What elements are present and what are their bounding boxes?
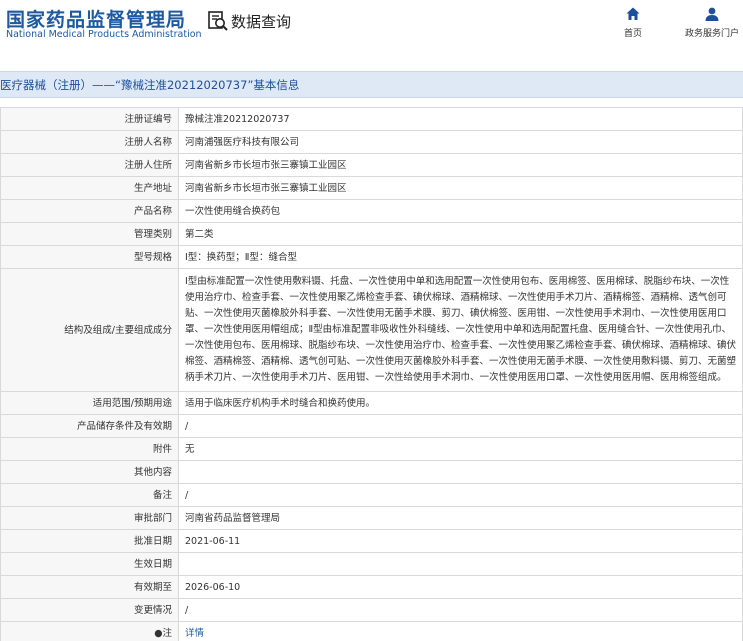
data-query-title: 数据查询 bbox=[231, 13, 292, 31]
field-value: 适用于临床医疗机构手术时缝合和换药使用。 bbox=[178, 391, 743, 415]
table-row: 附件无 bbox=[0, 437, 743, 461]
table-row: 批准日期 2021-06-11 bbox=[0, 529, 743, 553]
field-label: 产品储存条件及有效期 bbox=[0, 414, 179, 438]
field-value: 河南浦强医疗科技有限公司 bbox=[178, 130, 743, 154]
logo-subtitle: National Medical Products Administration bbox=[6, 29, 202, 40]
field-value: 豫械注准20212020737 bbox=[178, 107, 743, 131]
field-label: 其他内容 bbox=[0, 460, 179, 484]
field-value: 详情 bbox=[178, 621, 743, 641]
field-label: 变更情况 bbox=[0, 598, 179, 622]
site-header: 国家药品监督管理局 National Medical Products Admi… bbox=[0, 0, 743, 48]
table-row: ●注 详情 bbox=[0, 621, 743, 641]
field-label: 结构及组成/主要组成成分 bbox=[0, 268, 179, 392]
table-row: 备注 / bbox=[0, 483, 743, 507]
field-label: 审批部门 bbox=[0, 506, 179, 530]
table-row: 管理类别 第二类 bbox=[0, 222, 743, 246]
table-row: 型号规格 Ⅰ型：换药型；Ⅱ型：缝合型 bbox=[0, 245, 743, 269]
field-label: 注册证编号 bbox=[0, 107, 179, 131]
nav-portal-label: 政务服务门户 bbox=[684, 29, 739, 39]
field-value bbox=[178, 552, 743, 576]
field-value: 一次性使用缝合换药包 bbox=[178, 199, 743, 223]
device-info-table: 注册证编号 豫械注准20212020737 注册人名称 河南浦强医疗科技有限公司 注册人… bbox=[0, 107, 743, 641]
field-value: Ⅰ型由标准配置一次性使用敷料镊、托盘、一次性使用中单和选用配置一次性使用包布、医… bbox=[178, 268, 743, 392]
nav-home-label: 首页 bbox=[623, 29, 642, 39]
field-value: / bbox=[178, 414, 743, 438]
details-link[interactable]: 详情 bbox=[185, 628, 204, 639]
field-value: 河南省药品监督管理局 bbox=[178, 506, 743, 530]
table-row: 注册人住所 河南省新乡市长垣市张三寨镇工业园区 bbox=[0, 153, 743, 177]
field-label: 备注 bbox=[0, 483, 179, 507]
table-row: 其他内容 bbox=[0, 460, 743, 484]
field-label: 型号规格 bbox=[0, 245, 179, 269]
field-value: / bbox=[178, 483, 743, 507]
field-label: 附件 bbox=[0, 437, 179, 461]
field-label: 批准日期 bbox=[0, 529, 179, 553]
field-label: 注册人住所 bbox=[0, 153, 179, 177]
record-title: 医疗器械（注册）——“豫械注准20212020737”基本信息 bbox=[0, 78, 300, 92]
table-row: 审批部门 河南省药品监督管理局 bbox=[0, 506, 743, 530]
field-label: 管理类别 bbox=[0, 222, 179, 246]
table-row: 产品储存条件及有效期 / bbox=[0, 414, 743, 438]
field-label: 有效期至 bbox=[0, 575, 179, 599]
table-row: 产品名称 一次性使用缝合换药包 bbox=[0, 199, 743, 223]
table-row: 生产地址 河南省新乡市长垣市张三寨镇工业园区 bbox=[0, 176, 743, 200]
field-value: Ⅰ型：换药型；Ⅱ型：缝合型 bbox=[178, 245, 743, 269]
nav-home[interactable]: 首页 bbox=[603, 6, 663, 42]
table-row: 注册人名称 河南浦强医疗科技有限公司 bbox=[0, 130, 743, 154]
table-row: 生效日期 bbox=[0, 552, 743, 576]
field-value: 河南省新乡市长垣市张三寨镇工业园区 bbox=[178, 153, 743, 177]
user-icon bbox=[705, 7, 719, 21]
field-label: 产品名称 bbox=[0, 199, 179, 223]
info-table-body: 注册证编号 豫械注准20212020737 注册人名称 河南浦强医疗科技有限公司 注册人… bbox=[0, 107, 743, 641]
field-value: 2021-06-11 bbox=[178, 529, 743, 553]
table-row: 变更情况 / bbox=[0, 598, 743, 622]
table-row: 注册证编号 豫械注准20212020737 bbox=[0, 107, 743, 131]
table-row: 结构及组成/主要组成成分 Ⅰ型由标准配置一次性使用敷料镊、托盘、一次性使用中单和选… bbox=[0, 268, 743, 392]
home-icon bbox=[626, 7, 640, 20]
field-value: 河南省新乡市长垣市张三寨镇工业园区 bbox=[178, 176, 743, 200]
search-icon bbox=[208, 11, 228, 31]
field-label: 生产地址 bbox=[0, 176, 179, 200]
field-value bbox=[178, 460, 743, 484]
field-label: 适用范围/预期用途 bbox=[0, 391, 179, 415]
logo-title[interactable]: 国家药品监督管理局 bbox=[6, 5, 186, 32]
field-value: 2026-06-10 bbox=[178, 575, 743, 599]
field-value: 第二类 bbox=[178, 222, 743, 246]
field-value: 无 bbox=[178, 437, 743, 461]
table-row: 有效期至 2026-06-10 bbox=[0, 575, 743, 599]
record-title-bar: 医疗器械（注册）——“豫械注准20212020737”基本信息 bbox=[0, 71, 743, 98]
field-label: 注册人名称 bbox=[0, 130, 179, 154]
nav-service-portal[interactable]: 政务服务门户 bbox=[682, 6, 742, 42]
table-row: 适用范围/预期用途 适用于临床医疗机构手术时缝合和换药使用。 bbox=[0, 391, 743, 415]
field-label: 生效日期 bbox=[0, 552, 179, 576]
field-label: ●注 bbox=[0, 621, 179, 641]
field-value: / bbox=[178, 598, 743, 622]
